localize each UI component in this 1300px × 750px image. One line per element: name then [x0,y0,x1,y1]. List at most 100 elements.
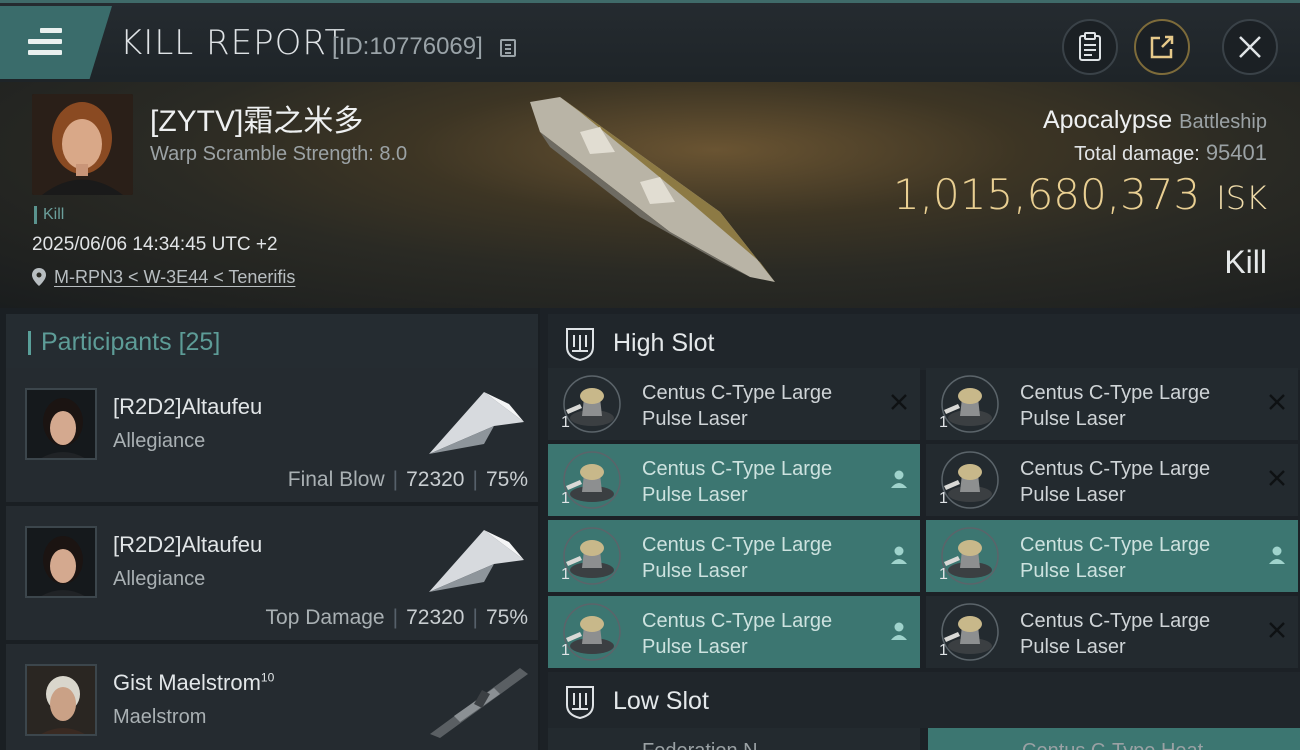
victim-ship-name[interactable]: Apocalypse Battleship [1043,106,1267,135]
participant-damage: 72320 [406,606,465,629]
module-quantity: 1 [561,414,570,431]
participants-panel: Participants [25] [R2D2]Altaufeu Allegia… [0,308,540,750]
low-slot-module[interactable]: Centus C-Type Heat... [928,728,1300,750]
close-button[interactable] [1222,19,1278,75]
participant-stats: Final Blow | 72320 | 75% [287,468,528,491]
module-name: Centus C-Type Large Pulse Laser [1020,608,1260,660]
isk-value: 1,015,680,373 ISK [893,170,1267,219]
module-name-line2: Pulse Laser [642,560,748,582]
person-icon [888,468,910,490]
kill-datetime: 2025/06/06 14:34:45 UTC +2 [32,234,278,255]
clipboard-button[interactable] [1062,19,1118,75]
participants-header: Participants [25] [6,314,538,370]
participant-avatar [25,664,97,736]
participants-label: Participants [41,328,172,356]
participant-role: Final Blow [287,468,385,491]
participant-card[interactable]: [R2D2]Altaufeu Allegiance Final Blow | 723… [6,368,538,502]
victim-portrait[interactable] [32,94,133,195]
participant-role: Top Damage [265,606,385,629]
participant-percent: 75% [485,606,528,629]
participant-name-text: Gist Maelstrom [113,670,261,695]
kill-location[interactable]: M-RPN3 < W-3E44 < Tenerifis [32,267,295,288]
module-name-line2: Pulse Laser [1020,560,1126,582]
participant-name: [R2D2]Altaufeu [113,532,263,557]
page-title: KILL REPORT [120,23,347,63]
location-link[interactable]: M-RPN3 < W-3E44 < Tenerifis [54,267,295,287]
module-name: Centus C-Type Large Pulse Laser [642,380,882,432]
module-name: Centus C-Type Large Pulse Laser [642,608,882,660]
x-icon [1266,392,1288,414]
module-quantity: 1 [939,642,948,659]
ship-name-text: Apocalypse [1042,106,1173,134]
module-name-line1: Centus C-Type Large [642,382,833,404]
participant-ship-image [429,530,524,592]
participant-name: [R2D2]Altaufeu [113,394,263,419]
module-name-line1: Centus C-Type Large [1020,610,1211,632]
participant-ship: Allegiance [113,568,206,590]
high-slot-module[interactable]: 1 Centus C-Type Large Pulse Laser [926,444,1298,516]
menu-button[interactable] [0,6,112,79]
total-damage-label: Total damage: [1074,143,1200,165]
participant-avatar [25,526,97,598]
module-name-line1: Centus C-Type Large [642,534,833,556]
top-bar: KILL REPORT [ID:10776069] [0,0,1300,82]
menu-icon [28,28,62,61]
person-icon [1266,544,1288,566]
participants-title: Participants [25] [41,328,220,357]
high-slot-module[interactable]: 1 Centus C-Type Large Pulse Laser [926,596,1298,668]
share-icon [1150,35,1174,59]
x-icon [1266,468,1288,490]
module-name: Centus C-Type Large Pulse Laser [642,532,882,584]
share-button[interactable] [1134,19,1190,75]
participant-damage: 72320 [406,468,465,491]
module-quantity: 1 [561,642,570,659]
module-name-line1: Centus C-Type Large [1020,382,1211,404]
ship-class-text: Battleship [1179,111,1267,133]
participant-card[interactable]: Gist Maelstrom10 Maelstrom [6,644,538,750]
participant-level: 10 [260,670,275,685]
copy-icon[interactable] [500,39,516,57]
low-slot-title: Low Slot [613,687,709,715]
participant-ship-image [430,668,528,738]
high-slot-module[interactable]: 1 Centus C-Type Large Pulse Laser [548,368,920,440]
high-slot-module[interactable]: 1 Centus C-Type Large Pulse Laser [548,444,920,516]
module-quantity: 1 [561,566,570,583]
high-slot-module[interactable]: 1 Centus C-Type Large Pulse Laser [926,520,1298,592]
close-icon [1239,36,1261,58]
module-name-line2: Pulse Laser [642,408,748,430]
module-name-line2: Pulse Laser [1020,636,1126,658]
participant-name: Gist Maelstrom10 [113,670,274,696]
low-slot-header: Low Slot [548,672,1300,728]
module-name: Centus C-Type Heat... [1022,740,1220,750]
module-quantity: 1 [561,490,570,507]
x-icon [1266,620,1288,642]
participant-percent: 75% [485,468,528,491]
person-icon [888,544,910,566]
low-slot-module[interactable]: Federation N... [548,728,920,750]
header-accent-bar [28,331,31,355]
pin-icon [32,268,46,286]
kill-tag: Kill [34,206,64,224]
module-name-line1: Centus C-Type Large [1020,534,1211,556]
high-slot-module[interactable]: 1 Centus C-Type Large Pulse Laser [926,368,1298,440]
high-slot-module[interactable]: 1 Centus C-Type Large Pulse Laser [548,596,920,668]
module-name-line2: Pulse Laser [1020,484,1126,506]
participant-card[interactable]: [R2D2]Altaufeu Allegiance Top Damage | 723… [6,506,538,640]
module-name: Federation N... [642,740,774,750]
fitting-panel: High Slot 1 Centus C-Type Large Pulse Lase… [540,308,1300,750]
module-name-line2: Pulse Laser [1020,408,1126,430]
module-name: Centus C-Type Large Pulse Laser [642,456,882,508]
participant-ship: Allegiance [113,430,206,452]
high-slot-title: High Slot [613,329,715,357]
victim-name[interactable]: [ZYTV]霜之米多 [150,96,363,140]
person-icon [888,620,910,642]
report-id: [ID:10776069] [332,33,483,60]
high-slot-module[interactable]: 1 Centus C-Type Large Pulse Laser [548,520,920,592]
module-quantity: 1 [939,490,948,507]
high-slot-header: High Slot [548,314,1300,370]
total-damage-value: 95401 [1205,140,1267,165]
module-name: Centus C-Type Large Pulse Laser [1020,456,1260,508]
clipboard-icon [1079,32,1101,61]
participant-ship: Maelstrom [113,706,207,728]
participant-avatar [25,388,97,460]
